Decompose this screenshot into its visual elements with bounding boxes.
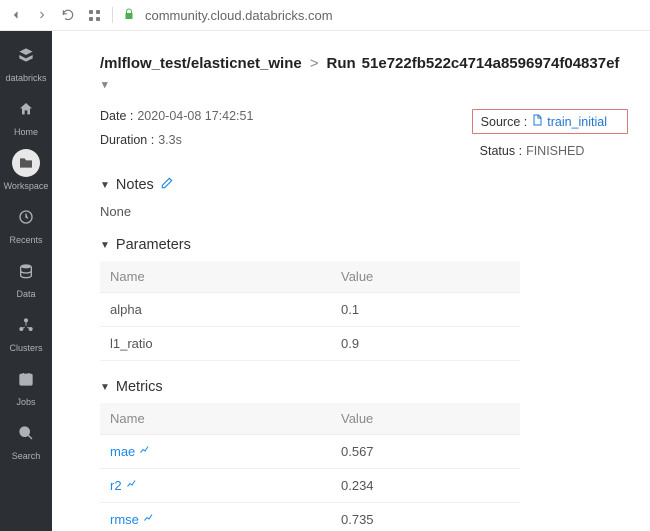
caret-down-icon: ▼ <box>100 382 110 393</box>
source-link[interactable]: train_initial <box>531 114 607 129</box>
param-name: l1_ratio <box>100 327 331 361</box>
sidebar-label: Recents <box>9 235 42 245</box>
param-name: alpha <box>100 293 331 327</box>
back-icon[interactable] <box>8 7 24 23</box>
run-meta: Date : 2020-04-08 17:42:51 Duration : 3.… <box>100 109 628 158</box>
caret-down-icon: ▼ <box>100 180 110 191</box>
lock-icon <box>123 8 135 23</box>
sidebar: databricks Home Workspace Recents Data <box>0 31 52 531</box>
address-bar[interactable]: community.cloud.databricks.com <box>145 8 333 23</box>
notes-header[interactable]: ▼ Notes <box>100 176 628 194</box>
clock-icon <box>12 203 40 231</box>
metrics-section: ▼ Metrics Name Value mae <box>100 379 628 531</box>
date-label: Date : <box>100 109 133 123</box>
source-label: Source : <box>481 115 528 129</box>
duration-value: 3.3s <box>158 133 182 147</box>
database-icon <box>12 257 40 285</box>
reload-icon[interactable] <box>60 7 76 23</box>
metrics-title: Metrics <box>116 379 163 395</box>
breadcrumb: /mlflow_test/elasticnet_wine > Run 51e72… <box>100 55 628 91</box>
metric-name: rmse <box>110 512 139 527</box>
sidebar-label: Jobs <box>16 397 35 407</box>
chevron-down-icon[interactable]: ▾ <box>102 78 108 91</box>
sidebar-item-databricks[interactable]: databricks <box>0 35 52 89</box>
notes-title: Notes <box>116 177 154 193</box>
date-value: 2020-04-08 17:42:51 <box>137 109 253 123</box>
metric-link[interactable]: r2 <box>110 478 321 493</box>
sidebar-item-home[interactable]: Home <box>0 89 52 143</box>
breadcrumb-separator: > <box>310 55 319 72</box>
sidebar-item-workspace[interactable]: Workspace <box>0 143 52 197</box>
home-icon <box>12 95 40 123</box>
chart-icon <box>143 512 155 527</box>
metric-link[interactable]: rmse <box>110 512 321 527</box>
breadcrumb-path[interactable]: /mlflow_test/elasticnet_wine <box>100 55 302 72</box>
sidebar-item-jobs[interactable]: Jobs <box>0 359 52 413</box>
edit-icon[interactable] <box>160 176 174 194</box>
parameters-col-name: Name <box>100 261 331 293</box>
table-row: r2 0.234 <box>100 469 520 503</box>
browser-bar: community.cloud.databricks.com <box>0 0 650 31</box>
calendar-icon <box>12 365 40 393</box>
folder-icon <box>12 149 40 177</box>
metrics-header[interactable]: ▼ Metrics <box>100 379 628 395</box>
table-row: rmse 0.735 <box>100 503 520 531</box>
metric-value: 0.735 <box>331 503 520 531</box>
duration-label: Duration : <box>100 133 154 147</box>
main-content: /mlflow_test/elasticnet_wine > Run 51e72… <box>52 31 650 531</box>
sidebar-label: Clusters <box>9 343 42 353</box>
sidebar-label: Search <box>12 451 41 461</box>
metrics-col-name: Name <box>100 403 331 435</box>
table-row: alpha 0.1 <box>100 293 520 327</box>
source-value: train_initial <box>547 115 607 129</box>
metric-value: 0.234 <box>331 469 520 503</box>
notes-section: ▼ Notes None <box>100 176 628 219</box>
chart-icon <box>126 478 138 493</box>
forward-icon[interactable] <box>34 7 50 23</box>
search-icon <box>12 419 40 447</box>
divider <box>112 7 113 23</box>
parameters-header[interactable]: ▼ Parameters <box>100 237 628 253</box>
table-row: mae 0.567 <box>100 435 520 469</box>
chart-icon <box>139 444 151 459</box>
parameters-section: ▼ Parameters Name Value alpha 0.1 l1_rat… <box>100 237 628 361</box>
metric-link[interactable]: mae <box>110 444 321 459</box>
parameters-table: Name Value alpha 0.1 l1_ratio 0.9 <box>100 261 520 361</box>
sidebar-label: Workspace <box>4 181 49 191</box>
param-value: 0.9 <box>331 327 520 361</box>
param-value: 0.1 <box>331 293 520 327</box>
breadcrumb-run-id: 51e722fb522c4714a8596974f04837ef <box>362 55 620 72</box>
apps-grid-icon[interactable] <box>86 7 102 23</box>
sidebar-item-search[interactable]: Search <box>0 413 52 467</box>
metrics-col-value: Value <box>331 403 520 435</box>
status-value: FINISHED <box>526 144 584 158</box>
file-icon <box>531 114 543 129</box>
sidebar-item-data[interactable]: Data <box>0 251 52 305</box>
metric-name: r2 <box>110 478 122 493</box>
breadcrumb-run-prefix: Run <box>327 55 356 72</box>
table-row: l1_ratio 0.9 <box>100 327 520 361</box>
source-box: Source : train_initial <box>472 109 628 134</box>
metric-name: mae <box>110 444 135 459</box>
sidebar-label: Data <box>16 289 35 299</box>
notes-body: None <box>100 204 628 219</box>
sidebar-item-clusters[interactable]: Clusters <box>0 305 52 359</box>
caret-down-icon: ▼ <box>100 240 110 251</box>
status-label: Status : <box>480 144 522 158</box>
metric-value: 0.567 <box>331 435 520 469</box>
databricks-icon <box>12 41 40 69</box>
sidebar-item-recents[interactable]: Recents <box>0 197 52 251</box>
parameters-title: Parameters <box>116 237 191 253</box>
sidebar-label: databricks <box>5 73 46 83</box>
metrics-table: Name Value mae 0.567 <box>100 403 520 531</box>
clusters-icon <box>12 311 40 339</box>
sidebar-label: Home <box>14 127 38 137</box>
parameters-col-value: Value <box>331 261 520 293</box>
